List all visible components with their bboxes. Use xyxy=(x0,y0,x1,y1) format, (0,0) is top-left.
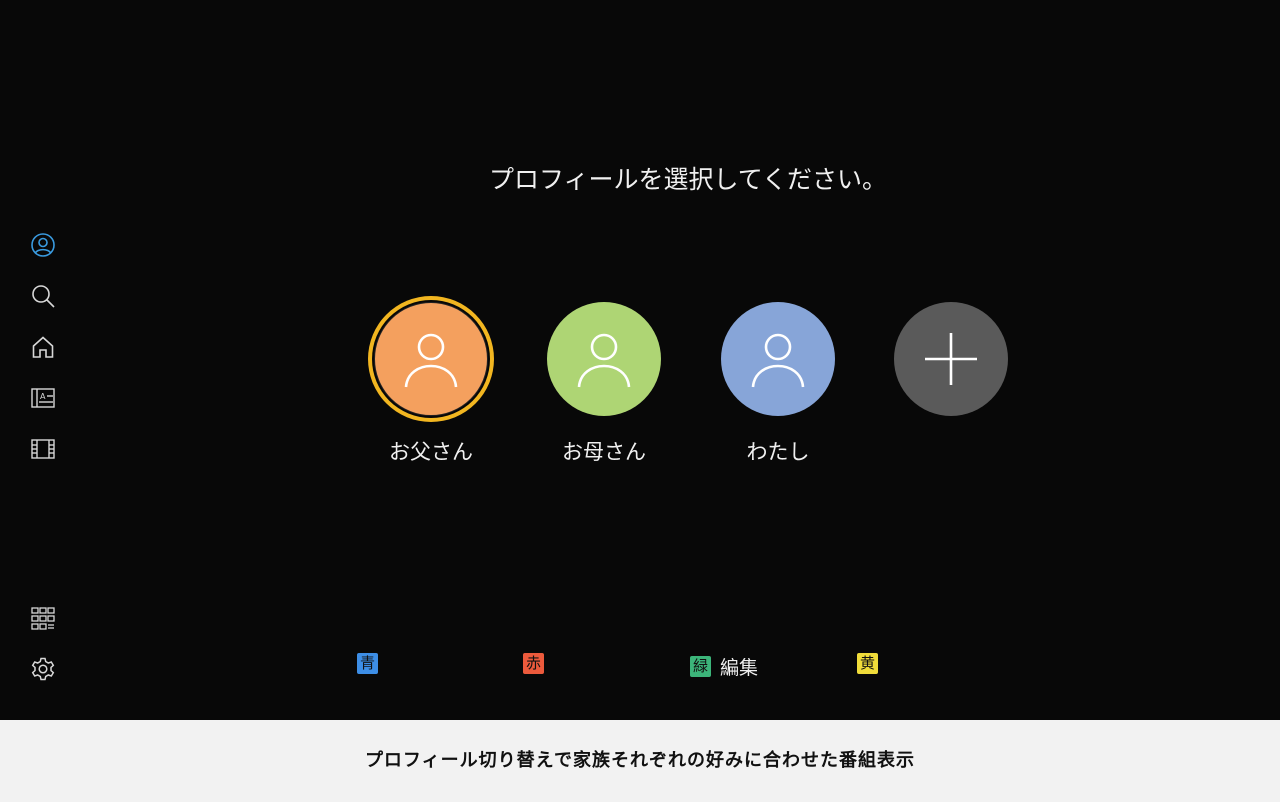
page-title: プロフィールを選択してください。 xyxy=(488,165,887,194)
profile-icon[interactable] xyxy=(28,230,58,260)
person-icon xyxy=(404,333,458,388)
person-icon xyxy=(751,333,805,388)
green-key-badge: 緑 xyxy=(690,656,711,677)
yellow-key-badge: 黄 xyxy=(857,653,878,674)
blue-key-badge: 青 xyxy=(357,653,378,674)
video-library-icon[interactable] xyxy=(28,434,58,464)
svg-text:A: A xyxy=(40,392,46,401)
avatar[interactable] xyxy=(721,302,835,416)
green-key-hint[interactable]: 緑 編集 xyxy=(690,653,758,680)
yellow-key-hint[interactable]: 黄 xyxy=(857,653,887,674)
tv-guide-icon[interactable]: A xyxy=(28,383,58,413)
profile-name: わたし xyxy=(746,440,810,464)
avatar[interactable] xyxy=(374,302,488,416)
profile-name: お母さん xyxy=(562,440,646,464)
search-icon[interactable] xyxy=(28,281,58,311)
settings-gear-icon[interactable] xyxy=(28,654,58,684)
avatar[interactable] xyxy=(547,302,661,416)
profile-father[interactable]: お父さん xyxy=(374,302,488,466)
profile-me[interactable]: わたし xyxy=(721,302,835,466)
feature-caption: プロフィール切り替えで家族それぞれの好みに合わせた番組表示 xyxy=(0,720,1280,802)
profile-name: お父さん xyxy=(389,440,473,464)
add-profile-circle[interactable] xyxy=(894,302,1008,416)
red-key-badge: 赤 xyxy=(523,653,544,674)
add-profile-button[interactable] xyxy=(894,302,1008,416)
tv-screen: A プロフィールを選択してください。 お父さん お母さん わたし 青 赤 緑 編… xyxy=(0,0,1280,720)
profile-mother[interactable]: お母さん xyxy=(547,302,661,466)
apps-grid-icon[interactable] xyxy=(28,603,58,633)
red-key-hint[interactable]: 赤 xyxy=(523,653,553,674)
blue-key-hint[interactable]: 青 xyxy=(357,653,387,674)
person-icon xyxy=(577,333,631,388)
plus-icon xyxy=(925,333,977,385)
home-icon[interactable] xyxy=(28,332,58,362)
green-key-label: 編集 xyxy=(720,657,759,679)
